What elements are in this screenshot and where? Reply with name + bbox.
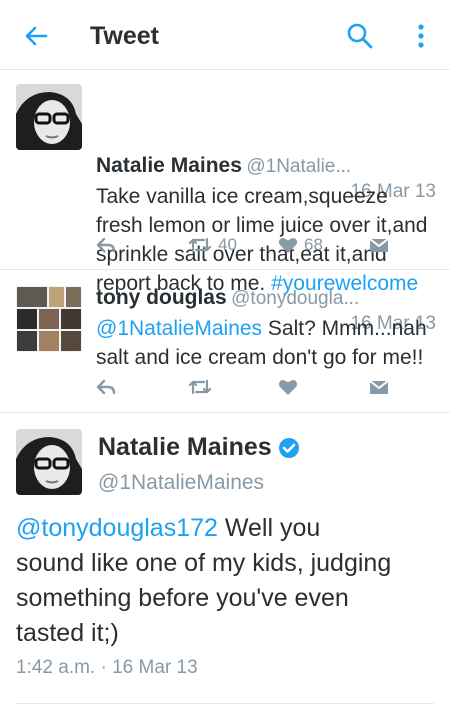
back-arrow-icon[interactable] xyxy=(22,22,50,50)
mention-link[interactable]: @1NatalieMaines xyxy=(96,317,262,340)
tweet-line-text: Well you xyxy=(224,514,321,542)
like-button[interactable] xyxy=(278,374,298,400)
display-name-row: Natalie Maines xyxy=(98,433,300,462)
message-icon xyxy=(369,238,389,252)
focused-tweet: Natalie Maines @1NatalieMaines @tonydoug… xyxy=(0,413,450,705)
tweet-actions: 40 68 xyxy=(96,232,436,258)
tweet-line: sound like one of my kids, judging xyxy=(16,549,392,577)
tweet-actions xyxy=(96,374,436,400)
page-title: Tweet xyxy=(90,22,159,50)
like-count: 68 xyxy=(304,235,323,254)
tweet-line: something before you've even xyxy=(16,584,349,612)
tweet-line: @1NatalieMaines Salt? Mmm...nah xyxy=(96,314,436,343)
user-handle[interactable]: @1Natalie... xyxy=(246,156,351,177)
tweet-item[interactable]: tony douglas @tonydougla... 16 Mar 13 @1… xyxy=(0,270,450,413)
tweet-item[interactable]: Natalie Maines @1Natalie... 16 Mar 13 Ta… xyxy=(0,70,450,295)
app-bar: Tweet xyxy=(0,0,450,70)
divider xyxy=(16,703,434,704)
tweet-line: tasted it;) xyxy=(16,619,119,647)
message-icon xyxy=(369,380,389,394)
tweet-line-text: Salt? Mmm...nah xyxy=(267,317,427,340)
tweet-text: @1NatalieMaines Salt? Mmm...nah salt and… xyxy=(96,314,436,372)
display-name[interactable]: tony douglas xyxy=(96,286,227,309)
like-button[interactable]: 68 xyxy=(278,232,323,258)
reply-icon xyxy=(96,237,116,253)
retweet-button[interactable]: 40 xyxy=(188,232,237,258)
mention-link[interactable]: @tonydouglas172 xyxy=(16,514,218,542)
reply-button[interactable] xyxy=(96,232,116,258)
tweet-timestamp: 1:42 a.m. · 16 Mar 13 xyxy=(16,657,198,678)
heart-icon xyxy=(278,238,298,253)
retweet-button[interactable] xyxy=(188,374,212,400)
user-handle[interactable]: @1NatalieMaines xyxy=(98,471,264,495)
user-handle[interactable]: @tonydougla... xyxy=(231,288,359,309)
avatar[interactable] xyxy=(16,286,82,352)
reply-icon xyxy=(96,379,116,395)
tweet-line: Take vanilla ice cream,squeeze xyxy=(96,185,388,208)
retweet-icon xyxy=(188,379,212,395)
retweet-count: 40 xyxy=(218,235,237,254)
verified-badge-icon xyxy=(278,437,299,458)
reply-button[interactable] xyxy=(96,374,116,400)
search-icon[interactable] xyxy=(346,22,374,50)
heart-icon xyxy=(278,380,298,395)
direct-message-button[interactable] xyxy=(368,232,390,258)
tweet-line: @tonydouglas172 Well you xyxy=(16,511,430,546)
avatar[interactable] xyxy=(16,84,82,150)
tweet-text: @tonydouglas172 Well you sound like one … xyxy=(16,511,430,651)
display-name[interactable]: Natalie Maines xyxy=(96,154,242,177)
direct-message-button[interactable] xyxy=(368,374,390,400)
overflow-menu-icon[interactable] xyxy=(411,22,431,50)
avatar[interactable] xyxy=(16,429,82,495)
tweet-line: salt and ice cream don't go for me!! xyxy=(96,346,424,369)
display-name[interactable]: Natalie Maines xyxy=(98,433,272,462)
retweet-icon xyxy=(188,237,212,253)
